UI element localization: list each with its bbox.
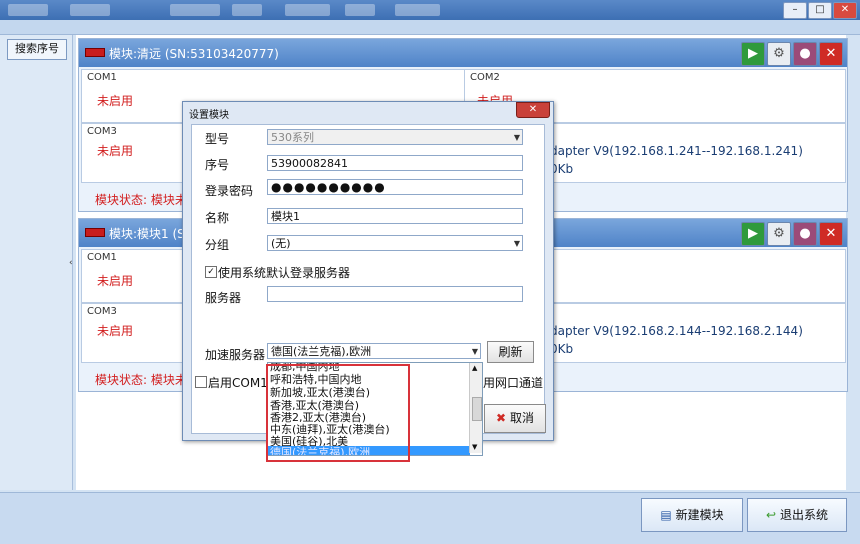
server-input[interactable] xyxy=(267,286,523,302)
toolbar-ghost xyxy=(170,4,220,16)
model-value: 530系列 xyxy=(271,131,314,144)
enable-net-label: 用网口通道 xyxy=(483,376,544,390)
minimize-button[interactable]: – xyxy=(783,2,807,19)
delete-icon[interactable]: ✕ xyxy=(819,222,843,246)
model-select[interactable]: 530系列 ▼ xyxy=(267,129,523,145)
start-icon[interactable]: ▶ xyxy=(741,42,765,66)
toolbar-ghost xyxy=(8,4,48,16)
module-indicator-icon xyxy=(85,48,105,57)
password-input[interactable]: ●●●●●●●●●● xyxy=(267,179,523,195)
adapter-info: dapter V9(192.168.2.144--192.168.2.144) xyxy=(550,324,803,338)
module-status: 模块状态: 模块未 xyxy=(95,373,187,387)
highlight-box xyxy=(266,364,410,462)
accel-label: 加速服务器 xyxy=(205,348,266,362)
serial-input[interactable]: 53900082841 xyxy=(267,155,523,171)
adapter-info: dapter V9(192.168.1.241--192.168.1.241) xyxy=(550,144,803,158)
gear-icon[interactable]: ⚙ xyxy=(767,222,791,246)
dialog-title: 设置模块 xyxy=(189,110,229,121)
accel-value: 德国(法兰克福),欧洲 xyxy=(271,345,372,358)
toolbar-strip xyxy=(0,20,860,35)
collapse-arrow-icon[interactable]: ‹ xyxy=(69,258,73,268)
exit-button[interactable]: ↩ 退出系统 xyxy=(747,498,847,532)
com1-label: COM1 xyxy=(87,252,117,263)
gear-icon[interactable]: ⚙ xyxy=(767,42,791,66)
module-header: 模块:清远 (SN:53103420777) ▶ ⚙ ● ✕ xyxy=(79,39,847,67)
scroll-up-icon[interactable]: ▲ xyxy=(472,364,477,372)
delete-icon[interactable]: ✕ xyxy=(819,42,843,66)
accel-select[interactable]: 德国(法兰克福),欧洲 ▼ xyxy=(267,343,481,359)
refresh-button[interactable]: 刷新 xyxy=(487,341,534,363)
serial-label: 序号 xyxy=(205,158,230,172)
com1-status: 未启用 xyxy=(97,274,134,288)
com3-status: 未启用 xyxy=(97,324,134,338)
exit-label: 退出系统 xyxy=(779,508,828,522)
module-title: 模块:清远 (SN:53103420777) xyxy=(109,47,279,61)
model-label: 型号 xyxy=(205,132,230,146)
stop-icon[interactable]: ● xyxy=(793,42,817,66)
dialog-close-button[interactable]: ✕ xyxy=(516,102,550,118)
left-panel xyxy=(0,35,73,490)
scroll-down-icon[interactable]: ▼ xyxy=(472,443,477,451)
group-value: (无) xyxy=(271,237,291,250)
window-titlebar: – □ ✕ xyxy=(0,0,860,20)
com2-label: COM2 xyxy=(470,72,500,83)
dropdown-scrollbar[interactable]: ▲ ▼ xyxy=(469,363,482,453)
com3-label: COM3 xyxy=(87,126,117,137)
window-close-button[interactable]: ✕ xyxy=(833,2,857,19)
toolbar-ghost xyxy=(285,4,330,16)
new-module-label: 新建模块 xyxy=(675,508,724,522)
use-default-server-checkbox[interactable]: ✓ xyxy=(205,266,217,278)
toolbar-ghost xyxy=(70,4,110,16)
maximize-button[interactable]: □ xyxy=(808,2,832,19)
module-title: 模块:模块1 (S xyxy=(109,227,185,241)
password-label: 登录密码 xyxy=(205,184,254,198)
name-input[interactable]: 模块1 xyxy=(267,208,523,224)
new-module-button[interactable]: ▤ 新建模块 xyxy=(641,498,743,532)
name-label: 名称 xyxy=(205,211,230,225)
module-indicator-icon xyxy=(85,228,105,237)
module-status: 模块状态: 模块未 xyxy=(95,193,187,207)
start-icon[interactable]: ▶ xyxy=(741,222,765,246)
group-label: 分组 xyxy=(205,238,230,252)
toolbar-ghost xyxy=(395,4,440,16)
chevron-down-icon: ▼ xyxy=(471,347,478,356)
search-serial-button[interactable]: 搜索序号 xyxy=(7,39,67,60)
com3-label: COM3 xyxy=(87,306,117,317)
toolbar-ghost xyxy=(232,4,262,16)
enable-com1-checkbox[interactable] xyxy=(195,376,207,388)
cancel-icon: ✖ xyxy=(496,411,507,425)
use-default-server-label: 使用系统默认登录服务器 xyxy=(218,266,351,280)
cancel-button[interactable]: ✖ 取消 xyxy=(484,404,546,433)
scroll-thumb[interactable] xyxy=(472,397,482,421)
chevron-down-icon: ▼ xyxy=(513,133,520,142)
chevron-down-icon: ▼ xyxy=(513,239,520,248)
com3-status: 未启用 xyxy=(97,144,134,158)
toolbar-ghost xyxy=(345,4,375,16)
cancel-label: 取消 xyxy=(509,411,534,425)
group-select[interactable]: (无) ▼ xyxy=(267,235,523,251)
com1-label: COM1 xyxy=(87,72,117,83)
server-label: 服务器 xyxy=(205,291,242,305)
exit-icon: ↩ xyxy=(766,508,777,522)
com1-status: 未启用 xyxy=(97,94,134,108)
stop-icon[interactable]: ● xyxy=(793,222,817,246)
new-module-icon: ▤ xyxy=(660,508,672,522)
